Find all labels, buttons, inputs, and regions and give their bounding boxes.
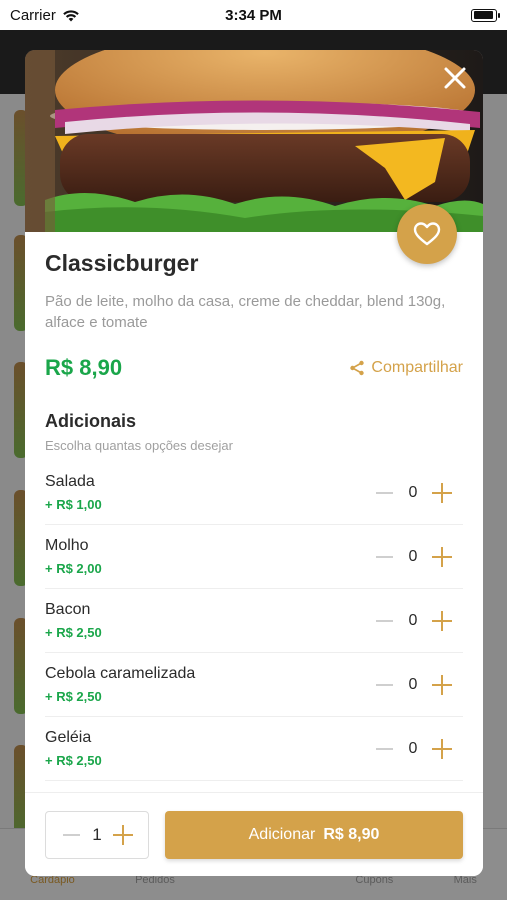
addon-item-salada: Salada + R$ 1,00 0 <box>45 461 463 525</box>
modal-footer: 1 Adicionar R$ 8,90 <box>25 792 483 876</box>
add-to-cart-button[interactable]: Adicionar R$ 8,90 <box>165 810 463 859</box>
quantity-value: 1 <box>92 824 102 844</box>
addon-item-geleia: Geléia + R$ 2,50 0 <box>45 717 463 781</box>
addon-count: 0 <box>408 483 418 501</box>
addons-list: Salada + R$ 1,00 0 Molho + R$ 2,00 0 Bac… <box>45 461 463 781</box>
heart-icon <box>413 222 441 246</box>
addon-item-bacon: Bacon + R$ 2,50 0 <box>45 589 463 653</box>
addon-name: Cebola caramelizada <box>45 665 196 682</box>
close-button[interactable] <box>441 64 469 92</box>
plus-icon[interactable] <box>112 824 134 846</box>
addon-stepper: 0 <box>373 482 463 504</box>
product-description: Pão de leite, molho da casa, creme de ch… <box>45 293 446 331</box>
addon-count: 0 <box>408 739 418 757</box>
addon-count: 0 <box>408 547 418 565</box>
plus-icon[interactable] <box>431 674 453 696</box>
addon-stepper: 0 <box>373 610 463 632</box>
quantity-plus <box>112 824 134 846</box>
addons-subtitle: Escolha quantas opções desejar <box>45 438 233 453</box>
product-price: R$ 8,90 <box>45 355 123 380</box>
addon-name: Salada <box>45 473 95 490</box>
addon-price: + R$ 2,00 <box>45 561 102 576</box>
addon-stepper: 0 <box>373 738 463 760</box>
addon-item-molho: Molho + R$ 2,00 0 <box>45 525 463 589</box>
minus-icon[interactable] <box>373 546 395 568</box>
add-label: Adicionar <box>248 825 316 843</box>
plus-icon[interactable] <box>431 738 453 760</box>
addons-title: Adicionais <box>45 411 137 431</box>
quantity-minus <box>60 824 82 846</box>
addon-stepper: 0 <box>373 546 463 568</box>
product-image <box>25 50 483 232</box>
addon-price: + R$ 2,50 <box>45 689 102 704</box>
minus-icon[interactable] <box>373 610 395 632</box>
product-details: Classicburger Pão de leite, molho da cas… <box>25 232 483 792</box>
minus-icon[interactable] <box>60 824 82 846</box>
minus-icon[interactable] <box>373 674 395 696</box>
wifi-icon <box>63 9 79 21</box>
addon-price: + R$ 2,50 <box>45 625 102 640</box>
addon-item-cebola-caramelizada: Cebola caramelizada + R$ 2,50 0 <box>45 653 463 717</box>
addon-name: Molho <box>45 537 89 554</box>
addon-price: + R$ 1,00 <box>45 497 102 512</box>
status-bar: Carrier 3:34 PM <box>0 0 507 30</box>
add-total: R$ 8,90 <box>323 825 380 843</box>
addon-price: + R$ 2,50 <box>45 753 102 768</box>
share-button[interactable]: Compartilhar <box>349 359 463 377</box>
burger-illustration <box>25 50 483 232</box>
product-modal: Classicburger Pão de leite, molho da cas… <box>25 50 483 876</box>
share-label: Compartilhar <box>371 359 463 376</box>
minus-icon[interactable] <box>373 482 395 504</box>
addon-count: 0 <box>408 675 418 693</box>
battery-icon <box>471 8 500 22</box>
addon-count: 0 <box>408 611 418 629</box>
addon-name: Bacon <box>45 601 91 618</box>
quantity-stepper: 1 <box>45 810 149 859</box>
carrier-label: Carrier <box>10 6 56 24</box>
plus-icon[interactable] <box>431 482 453 504</box>
status-left: Carrier <box>10 7 80 24</box>
favorite-button[interactable] <box>397 204 457 264</box>
share-icon <box>350 360 365 376</box>
addon-stepper: 0 <box>373 674 463 696</box>
close-icon <box>444 67 466 89</box>
plus-icon[interactable] <box>431 610 453 632</box>
product-title: Classicburger <box>45 250 199 276</box>
addon-name: Geléia <box>45 729 92 746</box>
price-row: R$ 8,90 Compartilhar <box>45 355 463 381</box>
minus-icon[interactable] <box>373 738 395 760</box>
plus-icon[interactable] <box>431 546 453 568</box>
